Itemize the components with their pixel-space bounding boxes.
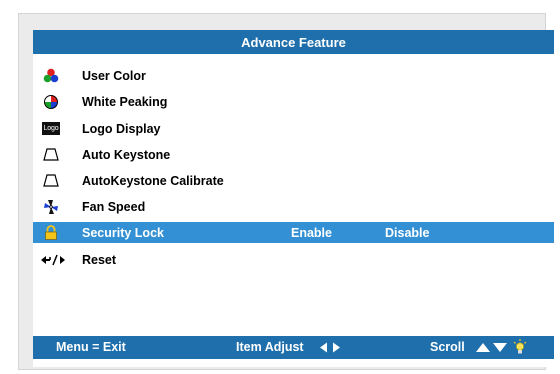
scroll-hint: Scroll (430, 340, 465, 354)
option-disable[interactable]: Disable (385, 226, 429, 240)
left-right-arrows-icon (319, 342, 341, 356)
menu-title: Advance Feature (33, 30, 554, 54)
menu-item-label: Logo Display (82, 121, 161, 136)
status-bar: Menu = Exit Item Adjust Scroll (33, 336, 554, 359)
logo-icon: Logo (42, 121, 60, 136)
menu-item-label: Auto Keystone (82, 147, 171, 162)
logo-icon-text: Logo (42, 122, 60, 135)
keystone-icon (42, 173, 60, 188)
white-peaking-icon (42, 94, 60, 109)
reset-icon (40, 252, 66, 267)
user-color-icon (42, 68, 60, 83)
menu-item-autokeystone-calibrate[interactable]: AutoKeystone Calibrate (33, 170, 554, 191)
menu-item-label: White Peaking (82, 94, 168, 109)
menu-item-label: Fan Speed (82, 199, 146, 214)
lightbulb-icon (513, 339, 527, 358)
up-down-arrows-icon (475, 342, 508, 356)
fan-icon (42, 199, 60, 214)
menu-item-label: Security Lock (82, 225, 164, 240)
exit-hint: Menu = Exit (56, 340, 126, 354)
osd-menu: Advance Feature User Color White Peaking (33, 30, 554, 367)
menu-item-user-color[interactable]: User Color (33, 65, 554, 86)
lock-icon (42, 225, 60, 240)
menu-item-label: AutoKeystone Calibrate (82, 173, 224, 188)
menu-item-white-peaking[interactable]: White Peaking (33, 91, 554, 112)
menu-item-security-lock[interactable]: Security Lock Enable Disable (33, 222, 554, 243)
menu-item-label: User Color (82, 68, 146, 83)
item-adjust-hint: Item Adjust (236, 340, 304, 354)
menu-item-label: Reset (82, 252, 117, 267)
keystone-icon (42, 147, 60, 162)
menu-item-logo-display[interactable]: Logo Logo Display (33, 118, 554, 139)
menu-item-reset[interactable]: Reset (33, 249, 554, 270)
option-enable[interactable]: Enable (291, 226, 332, 240)
menu-item-fan-speed[interactable]: Fan Speed (33, 196, 554, 217)
menu-item-auto-keystone[interactable]: Auto Keystone (33, 144, 554, 165)
